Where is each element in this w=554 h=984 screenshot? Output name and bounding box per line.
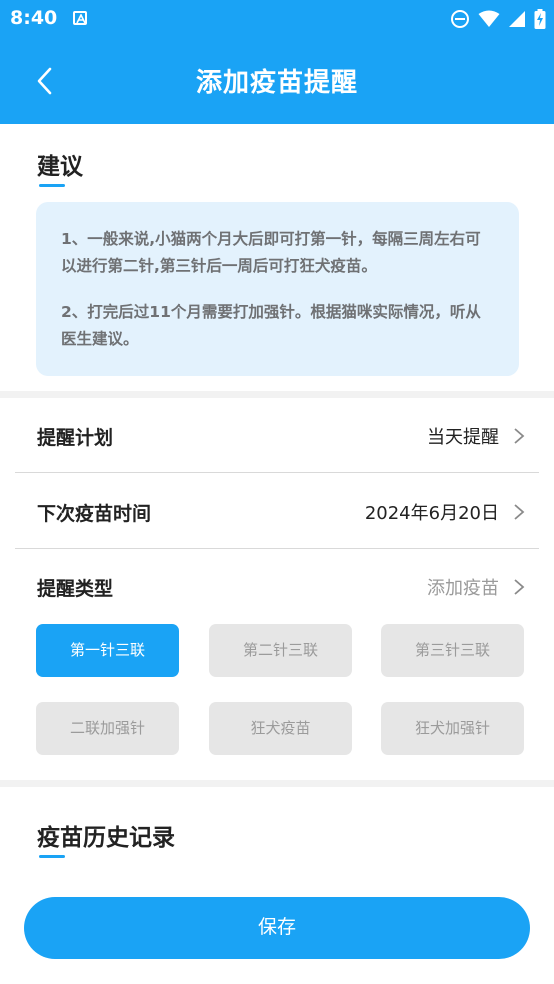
battery-charging-icon xyxy=(534,9,546,29)
reminder-type-label: 提醒类型 xyxy=(37,578,114,600)
vaccine-option-chip[interactable]: 第一针三联 xyxy=(36,624,179,677)
vaccine-option-chip[interactable]: 二联加强针 xyxy=(36,702,179,755)
status-icons xyxy=(450,8,546,30)
advice-paragraph-1: 1、一般来说,小猫两个月大后即可打第一针，每隔三周左右可以进行第二针,第三针后一… xyxy=(61,230,481,275)
reminder-plan-value: 当天提醒 xyxy=(427,427,499,448)
status-time: 8:40 xyxy=(10,7,58,29)
vaccine-option-chip[interactable]: 第二针三联 xyxy=(209,624,352,677)
next-vaccine-time-value: 2024年6月20日 xyxy=(364,503,499,524)
history-title: 疫苗历史记录 xyxy=(37,825,175,851)
app-header: 8:40 添加疫苗提醒 xyxy=(0,0,554,124)
do-not-disturb-icon xyxy=(451,10,469,28)
app-notification-icon xyxy=(73,11,87,25)
advice-section: 建议 1、一般来说,小猫两个月大后即可打第一针，每隔三周左右可以进行第二针,第三… xyxy=(0,124,554,391)
vaccine-option-chip[interactable]: 第三针三联 xyxy=(381,624,524,677)
next-vaccine-time-label: 下次疫苗时间 xyxy=(37,503,152,525)
chevron-right-icon xyxy=(514,428,525,444)
page-title: 添加疫苗提醒 xyxy=(195,68,358,98)
chevron-right-icon xyxy=(514,579,525,595)
advice-box: 1、一般来说,小猫两个月大后即可打第一针，每隔三周左右可以进行第二针,第三针后一… xyxy=(36,202,519,376)
advice-paragraph-2: 2、打完后过11个月需要打加强针。根据猫咪实际情况，听从医生建议。 xyxy=(61,303,481,348)
save-button[interactable]: 保存 xyxy=(24,897,530,959)
reminder-type-row[interactable]: 提醒类型 添加疫苗 xyxy=(15,549,539,623)
navigation-bar: 添加疫苗提醒 xyxy=(0,38,554,124)
signal-icon xyxy=(509,11,525,27)
reminder-plan-row[interactable]: 提醒计划 当天提醒 xyxy=(15,398,539,472)
next-vaccine-time-row[interactable]: 下次疫苗时间 2024年6月20日 xyxy=(15,474,539,548)
advice-title: 建议 xyxy=(37,154,83,180)
history-title-underline xyxy=(39,855,65,858)
wifi-icon xyxy=(478,10,500,27)
advice-title-underline xyxy=(39,184,65,187)
divider xyxy=(15,472,539,473)
reminder-type-value: 添加疫苗 xyxy=(427,578,499,599)
vaccine-option-chip[interactable]: 狂犬疫苗 xyxy=(209,702,352,755)
status-bar: 8:40 xyxy=(0,0,554,38)
vaccine-option-chip[interactable]: 狂犬加强针 xyxy=(381,702,524,755)
reminder-settings-section: 提醒计划 当天提醒 下次疫苗时间 2024年6月20日 提醒类型 添加疫苗 第一… xyxy=(0,398,554,780)
chevron-right-icon xyxy=(514,504,525,520)
reminder-plan-label: 提醒计划 xyxy=(37,427,114,449)
